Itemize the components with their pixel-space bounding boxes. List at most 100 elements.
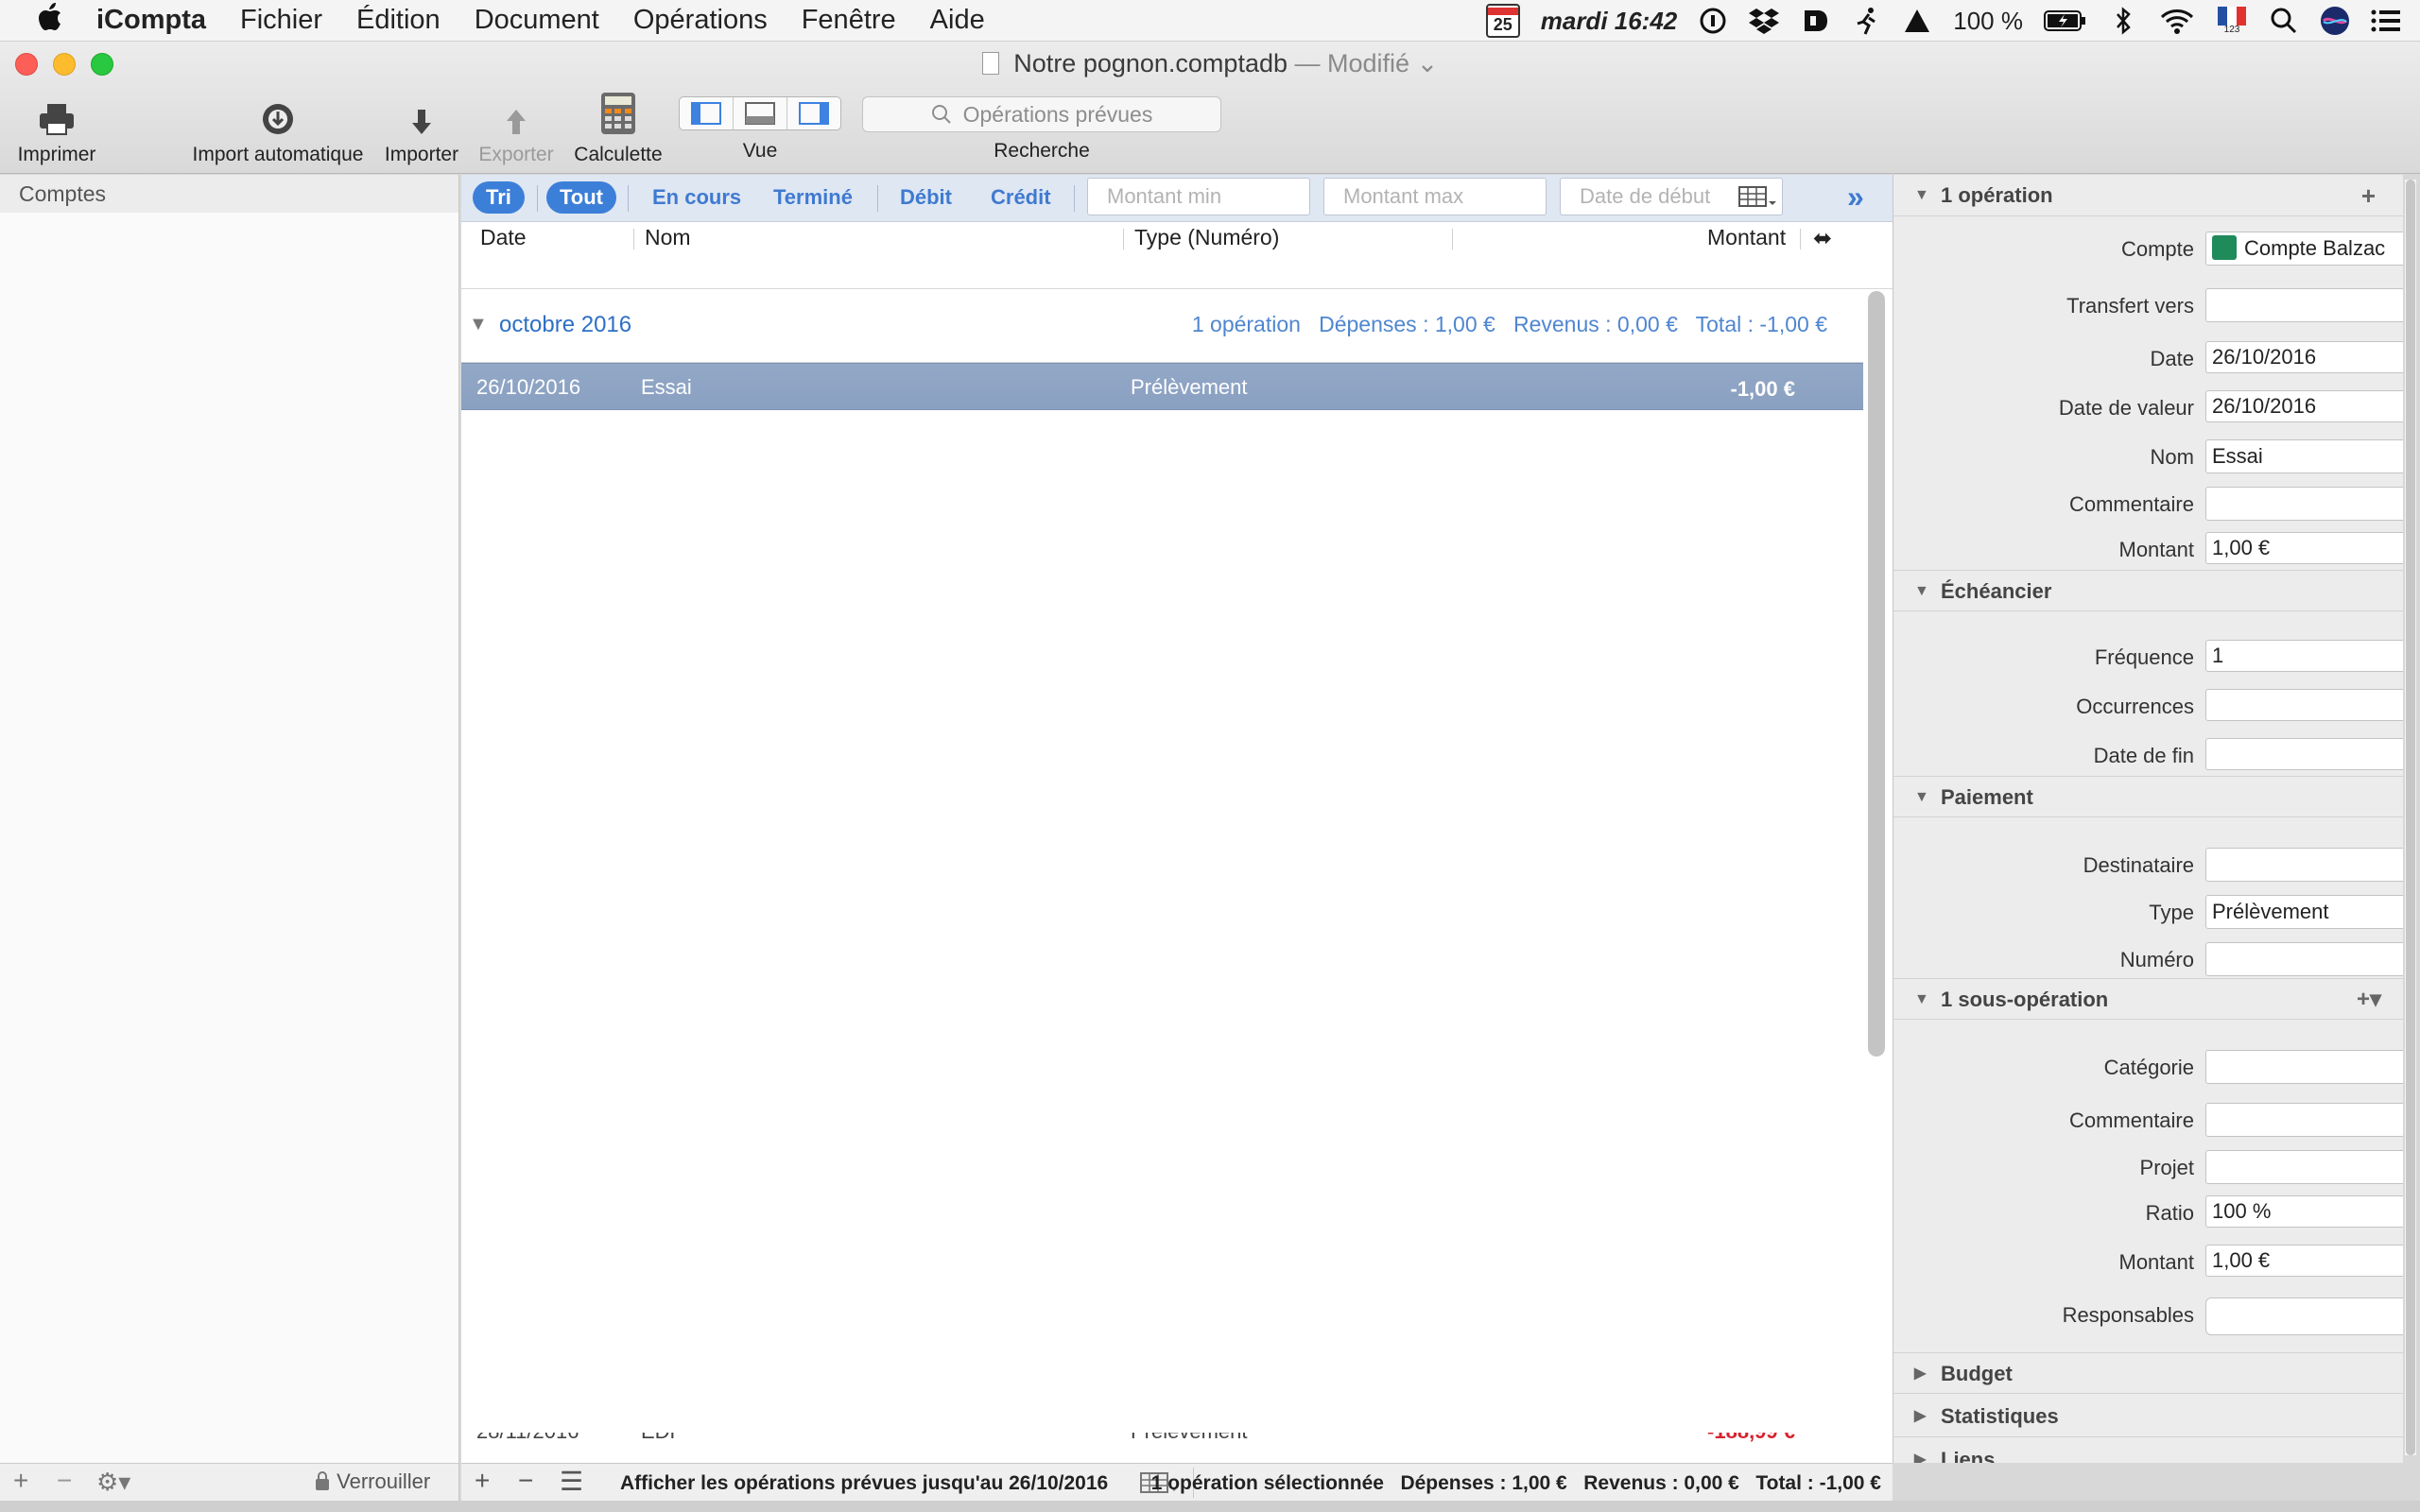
chevron-down-icon[interactable]: ⌄ [1417, 49, 1439, 77]
category-select[interactable]: ▲▼ [2205, 1050, 2403, 1084]
add-icon[interactable]: + [2361, 175, 2376, 216]
show-planned-label[interactable]: Afficher les opérations prévues jusqu'au… [620, 1472, 1108, 1495]
apple-icon[interactable] [0, 2, 79, 39]
triangle-icon[interactable] [1902, 6, 1932, 36]
remove-operation-icon[interactable]: − [518, 1466, 533, 1496]
section-operation[interactable]: ▼ 1 opération + [1893, 175, 2403, 216]
filter-done[interactable]: Terminé [773, 181, 853, 214]
import-button[interactable]: Importer [378, 94, 465, 166]
scroll-thumb[interactable] [2406, 180, 2415, 1455]
section-suboperation[interactable]: ▼ 1 sous-opération +▾ [1893, 978, 2403, 1020]
view-left-pane-button[interactable] [680, 97, 734, 129]
disclosure-triangle-icon[interactable]: ▶ [1914, 1439, 1926, 1463]
frequency-input[interactable]: 1 mois ▲▼ [2205, 640, 2403, 672]
battery-icon[interactable] [2044, 6, 2087, 36]
sort-chip[interactable]: Tri [473, 181, 525, 214]
add-account-icon[interactable]: + [13, 1466, 28, 1496]
add-operation-icon[interactable]: + [475, 1466, 490, 1496]
flag-fr-icon[interactable]: 123 [2216, 6, 2248, 36]
menu-document[interactable]: Document [458, 5, 616, 36]
transfer-select[interactable]: ▲▼ [2205, 288, 2403, 322]
disclosure-triangle-icon[interactable]: ▶ [1914, 1353, 1926, 1395]
notification-center-icon[interactable] [2371, 6, 2401, 36]
print-button[interactable]: Imprimer [13, 94, 100, 166]
section-payment[interactable]: ▼ Paiement [1893, 776, 2403, 817]
clock[interactable]: mardi 16:42 [1541, 7, 1678, 36]
occurrences-input[interactable] [2205, 689, 2403, 721]
value-date-input[interactable]: 26/10/2016 [2205, 390, 2403, 422]
runner-icon[interactable] [1851, 6, 1881, 36]
comment-combobox[interactable] [2205, 487, 2403, 521]
section-links[interactable]: ▶ Liens [1893, 1439, 2403, 1463]
col-amount[interactable]: Montant [1707, 225, 1786, 250]
menu-aide[interactable]: Aide [913, 5, 1002, 36]
disclosure-triangle-icon[interactable]: ▼ [1914, 979, 1929, 1021]
list-scrollbar[interactable] [1868, 291, 1885, 1057]
add-menu-icon[interactable]: +▾ [2357, 979, 2381, 1021]
battery-percent[interactable]: 100 % [1953, 7, 2023, 36]
group-header-october[interactable]: ▼ octobre 2016 1 opération Dépenses : 1,… [461, 289, 1863, 363]
calendar-grid-icon[interactable] [1738, 184, 1776, 209]
filter-in-progress[interactable]: En cours [652, 181, 741, 214]
table-row[interactable]: 28/11/2016 EDF Prélèvement -188,99 € [461, 1433, 1863, 1459]
disclosure-triangle-icon[interactable]: ▼ [1914, 175, 1929, 216]
swap-columns-icon[interactable]: ⬌ [1813, 225, 1832, 252]
filter-debit[interactable]: Débit [900, 181, 952, 214]
column-separator[interactable] [1800, 229, 1801, 249]
menu-fichier[interactable]: Fichier [223, 5, 339, 36]
dropbox-icon[interactable] [1749, 6, 1780, 36]
column-separator[interactable] [1452, 229, 1453, 249]
app-menu[interactable]: iCompta [79, 5, 223, 36]
payee-combobox[interactable] [2205, 848, 2403, 882]
export-button[interactable]: Exporter [473, 94, 560, 166]
menu-operations[interactable]: Opérations [616, 5, 785, 36]
lock-button[interactable]: Verrouiller [314, 1469, 430, 1494]
info-circle-icon[interactable] [1698, 6, 1728, 36]
calculator-button[interactable]: Calculette [567, 93, 669, 166]
ratio-input[interactable]: 100 % [2205, 1195, 2403, 1228]
disclosure-triangle-icon[interactable]: ▼ [469, 314, 488, 335]
disclosure-triangle-icon[interactable]: ▼ [1914, 777, 1929, 818]
inspector-scrollbar[interactable] [2405, 180, 2416, 1455]
menu-edition[interactable]: Édition [339, 5, 458, 36]
section-budget[interactable]: ▶ Budget [1893, 1352, 2403, 1394]
view-right-pane-button[interactable] [787, 97, 840, 129]
account-select[interactable]: Compte Balzac ▲▼ [2205, 232, 2403, 266]
view-bottom-pane-button[interactable] [734, 97, 787, 129]
sub-comment-combobox[interactable] [2205, 1103, 2403, 1137]
end-date-input[interactable] [2205, 738, 2403, 770]
d-app-icon[interactable] [1800, 6, 1830, 36]
amount-input[interactable]: 1,00 € [2205, 532, 2403, 564]
siri-icon[interactable] [2320, 6, 2350, 36]
date-input[interactable]: 26/10/2016 [2205, 341, 2403, 373]
filter-credit[interactable]: Crédit [991, 181, 1051, 214]
gear-icon[interactable]: ⚙▾ [96, 1468, 130, 1497]
number-combobox[interactable] [2205, 942, 2403, 976]
search-field[interactable]: Opérations prévues [862, 96, 1221, 132]
type-combobox[interactable]: Prélèvement [2205, 895, 2403, 929]
disclosure-triangle-icon[interactable]: ▼ [1914, 571, 1929, 612]
start-date-input[interactable]: Date de début [1560, 178, 1783, 215]
document-title[interactable]: Notre pognon.comptadb [1013, 49, 1288, 77]
spotlight-icon[interactable] [2269, 6, 2299, 36]
min-amount-input[interactable]: Montant min [1087, 178, 1310, 215]
disclosure-triangle-icon[interactable]: ▶ [1914, 1396, 1926, 1437]
section-schedule[interactable]: ▼ Échéancier [1893, 570, 2403, 611]
owners-token-field[interactable] [2205, 1297, 2403, 1335]
expand-filters-icon[interactable]: » [1847, 180, 1864, 215]
col-type[interactable]: Type (Numéro) [1134, 225, 1279, 250]
remove-account-icon[interactable]: − [57, 1466, 72, 1496]
bluetooth-icon[interactable] [2108, 6, 2138, 36]
menu-fenetre[interactable]: Fenêtre [785, 5, 913, 36]
list-menu-icon[interactable]: ☰ [560, 1466, 583, 1497]
section-statistics[interactable]: ▶ Statistiques [1893, 1396, 2403, 1437]
col-name[interactable]: Nom [645, 225, 691, 250]
filter-all-chip[interactable]: Tout [546, 181, 617, 214]
table-row[interactable]: 26/10/2016 Essai Prélèvement -1,00 € [461, 363, 1863, 410]
column-separator[interactable] [1123, 229, 1124, 249]
project-combobox[interactable] [2205, 1150, 2403, 1184]
sub-amount-input[interactable]: 1,00 € [2205, 1245, 2403, 1277]
view-segmented-control[interactable] [679, 96, 841, 130]
auto-import-button[interactable]: Import automatique [185, 94, 371, 166]
max-amount-input[interactable]: Montant max [1323, 178, 1547, 215]
